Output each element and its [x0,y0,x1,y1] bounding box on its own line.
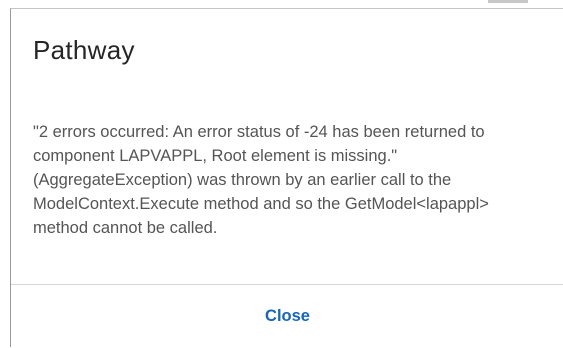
dialog-title: Pathway [33,35,135,65]
background-page-edge [488,0,528,3]
error-dialog: Pathway "2 errors occurred: An error sta… [10,8,563,347]
close-button[interactable]: Close [11,285,563,348]
error-message: "2 errors occurred: An error status of -… [33,123,489,237]
